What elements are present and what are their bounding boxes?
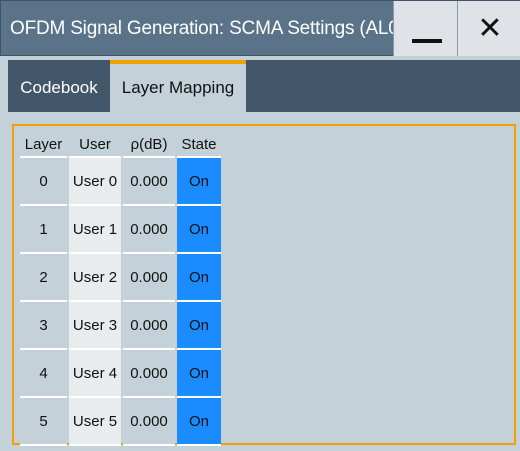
column-header-layer: Layer xyxy=(20,132,67,158)
user-field[interactable]: User 4 xyxy=(69,350,121,398)
user-field[interactable]: User 1 xyxy=(69,206,121,254)
table-header-row: Layer User ρ(dB) State xyxy=(20,132,221,158)
state-toggle[interactable]: On xyxy=(177,206,221,254)
layer-cell: 4 xyxy=(20,350,67,398)
close-icon: ✕ xyxy=(477,12,503,45)
table-row: 1 User 1 0.000 On xyxy=(20,206,221,254)
table-row: 4 User 4 0.000 On xyxy=(20,350,221,398)
rho-field[interactable]: 0.000 xyxy=(123,254,175,302)
layer-cell: 0 xyxy=(20,158,67,206)
rho-field[interactable]: 0.000 xyxy=(123,398,175,446)
table-row: 2 User 2 0.000 On xyxy=(20,254,221,302)
column-header-state: State xyxy=(177,132,221,158)
state-toggle[interactable]: On xyxy=(177,254,221,302)
state-toggle[interactable]: On xyxy=(177,302,221,350)
table-row: 0 User 0 0.000 On xyxy=(20,158,221,206)
tab-codebook[interactable]: Codebook xyxy=(8,60,110,112)
user-field[interactable]: User 5 xyxy=(69,398,121,446)
close-button[interactable]: ✕ xyxy=(457,1,520,57)
window-title: OFDM Signal Generation: SCMA Settings (A… xyxy=(10,18,405,39)
rho-field[interactable]: 0.000 xyxy=(123,158,175,206)
layer-mapping-panel: Layer User ρ(dB) State 0 User 0 0.000 On… xyxy=(12,124,516,446)
layer-cell: 5 xyxy=(20,398,67,446)
user-field[interactable]: User 2 xyxy=(69,254,121,302)
state-toggle[interactable]: On xyxy=(177,398,221,446)
title-bar: OFDM Signal Generation: SCMA Settings (A… xyxy=(0,0,520,57)
layer-cell: 1 xyxy=(20,206,67,254)
rho-field[interactable]: 0.000 xyxy=(123,302,175,350)
layer-mapping-table: Layer User ρ(dB) State 0 User 0 0.000 On… xyxy=(18,132,223,446)
user-field[interactable]: User 0 xyxy=(69,158,121,206)
table-row: 3 User 3 0.000 On xyxy=(20,302,221,350)
column-header-rho: ρ(dB) xyxy=(123,132,175,158)
table-row: 5 User 5 0.000 On xyxy=(20,398,221,446)
minimize-icon xyxy=(412,39,442,43)
layer-cell: 2 xyxy=(20,254,67,302)
tab-strip: Codebook Layer Mapping xyxy=(8,60,520,112)
user-field[interactable]: User 3 xyxy=(69,302,121,350)
dialog-body: Codebook Layer Mapping Layer User ρ(dB) … xyxy=(0,56,520,451)
rho-field[interactable]: 0.000 xyxy=(123,206,175,254)
state-toggle[interactable]: On xyxy=(177,350,221,398)
column-header-user: User xyxy=(69,132,121,158)
tab-layer-mapping[interactable]: Layer Mapping xyxy=(110,60,246,112)
state-toggle[interactable]: On xyxy=(177,158,221,206)
layer-cell: 3 xyxy=(20,302,67,350)
minimize-button[interactable] xyxy=(393,1,457,57)
rho-field[interactable]: 0.000 xyxy=(123,350,175,398)
